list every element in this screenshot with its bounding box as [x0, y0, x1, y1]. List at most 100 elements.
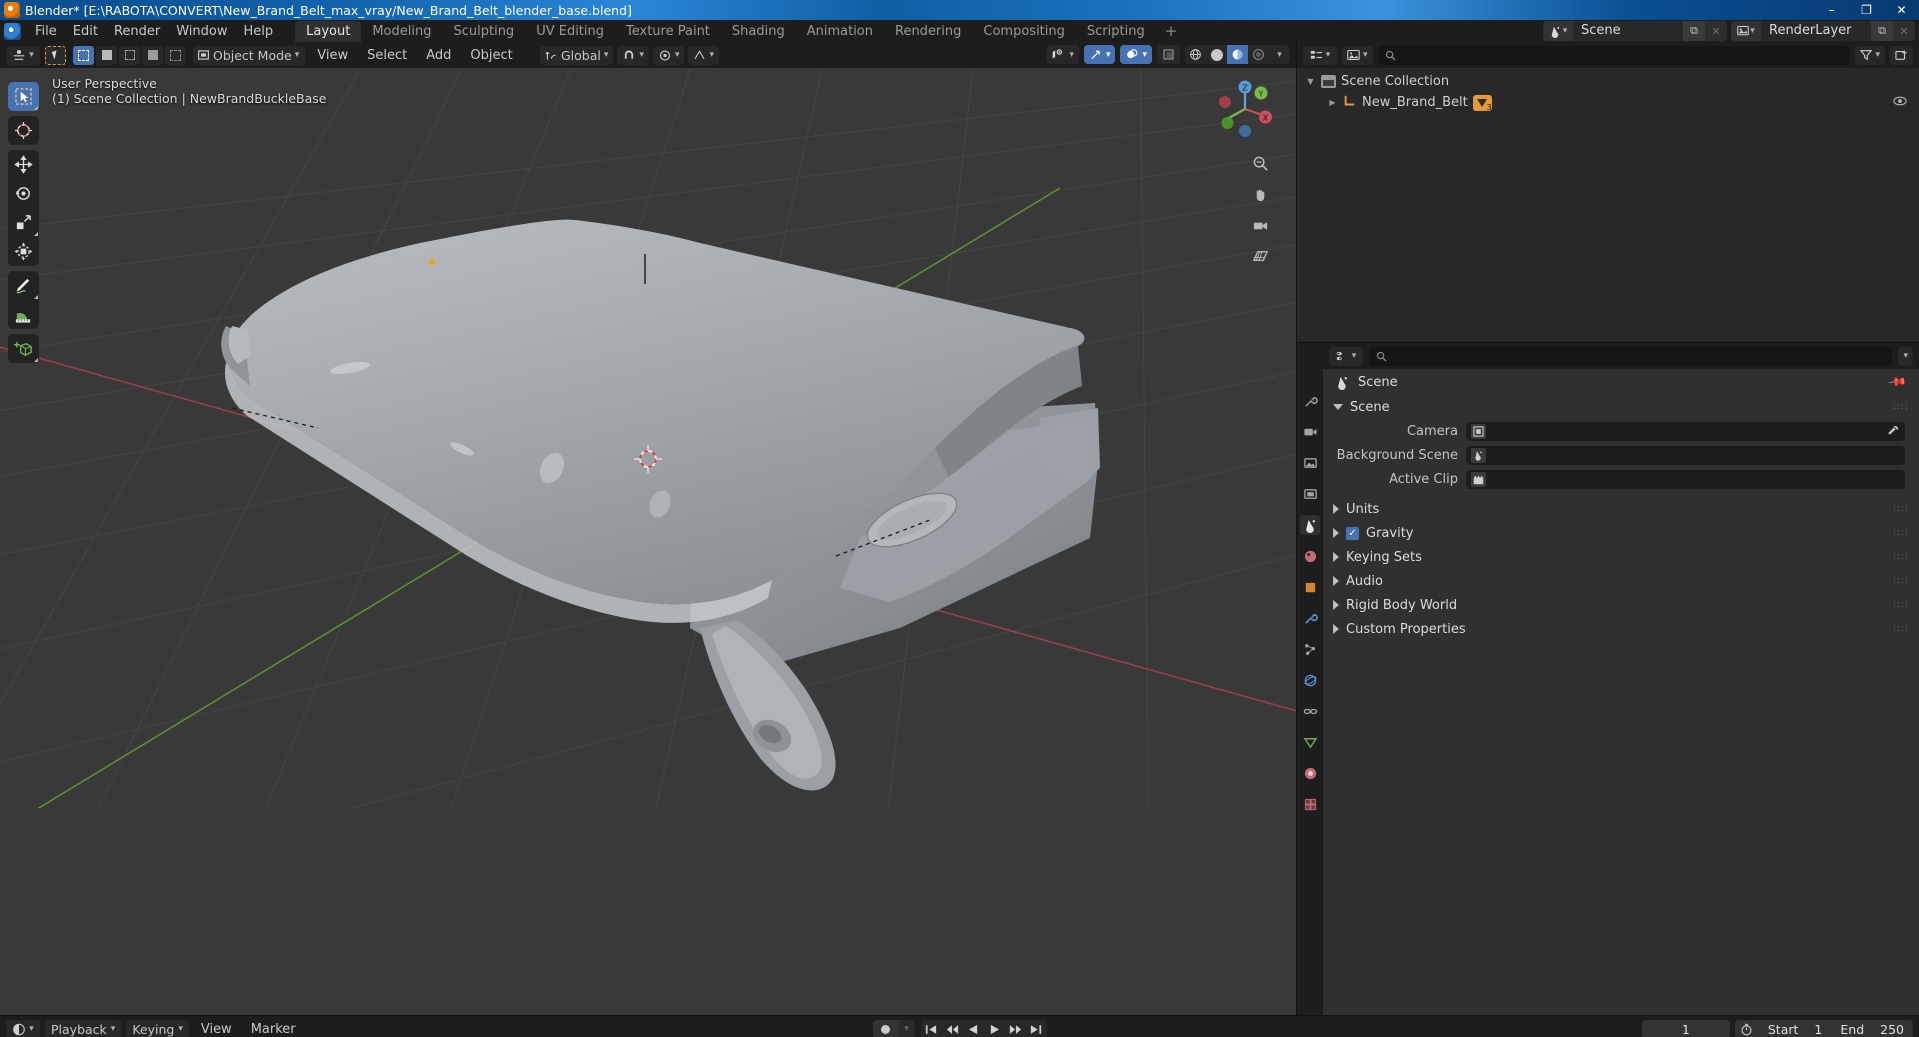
- add-workspace-button[interactable]: +: [1156, 20, 1187, 42]
- properties-tab-object[interactable]: [1300, 577, 1320, 597]
- shading-options-chevron-icon[interactable]: ▾: [1269, 45, 1290, 64]
- toggle-perspective-icon[interactable]: [1249, 245, 1271, 267]
- properties-tab-data[interactable]: [1300, 732, 1320, 752]
- viewlayer-unlink-button[interactable]: ✕: [1893, 21, 1915, 41]
- viewlayer-new-copy-button[interactable]: ⧉: [1871, 21, 1893, 41]
- current-frame-field[interactable]: 1: [1641, 1019, 1730, 1037]
- scene-new-copy-button[interactable]: ⧉: [1683, 21, 1705, 41]
- jump-to-start-button[interactable]: [921, 1020, 942, 1037]
- viewport-menu-object[interactable]: Object: [463, 46, 519, 65]
- transform-tool[interactable]: [8, 237, 39, 266]
- outliner-filter-button[interactable]: ▾: [1855, 45, 1885, 65]
- outliner-display-mode-button[interactable]: ▾: [1342, 45, 1373, 65]
- transform-orientation-selector[interactable]: Global ▾: [540, 45, 614, 65]
- pan-hand-icon[interactable]: [1249, 183, 1271, 205]
- proportional-editing-button[interactable]: ▾: [652, 45, 685, 65]
- playback-dropdown[interactable]: Playback ▾: [45, 1019, 122, 1037]
- gravity-checkbox[interactable]: ✓: [1346, 526, 1359, 540]
- properties-tab-particles[interactable]: [1300, 639, 1320, 659]
- jump-to-prev-keyframe-button[interactable]: [942, 1020, 963, 1037]
- scene-selector[interactable]: ▾ Scene ⧉ ✕: [1543, 21, 1727, 41]
- start-frame-cell[interactable]: Start 1: [1759, 1022, 1832, 1037]
- outliner-row-new-brand-belt[interactable]: ▶ New_Brand_Belt 3: [1297, 92, 1919, 113]
- jump-to-end-button[interactable]: [1026, 1020, 1047, 1037]
- select-extend-button[interactable]: [96, 45, 117, 65]
- move-tool[interactable]: [8, 150, 39, 179]
- expand-collapse-icon[interactable]: ▶: [1327, 98, 1338, 107]
- mirror-options-button[interactable]: ▾: [688, 45, 719, 65]
- stopwatch-icon[interactable]: [1735, 1023, 1759, 1036]
- properties-tab-constraints[interactable]: [1300, 701, 1320, 721]
- measure-tool[interactable]: [8, 300, 39, 329]
- select-subtract-button[interactable]: [119, 45, 140, 65]
- background-scene-field-input[interactable]: [1466, 445, 1905, 465]
- gizmo-toggle-button[interactable]: ▾: [1083, 45, 1116, 64]
- select-invert-button[interactable]: [142, 45, 163, 65]
- camera-field-input[interactable]: [1466, 421, 1905, 441]
- tab-layout[interactable]: Layout: [295, 20, 362, 42]
- tweak-tool-button[interactable]: [45, 45, 66, 65]
- properties-tab-modifiers[interactable]: [1300, 608, 1320, 628]
- visibility-selectability-button[interactable]: ▾: [1046, 45, 1079, 64]
- menu-edit[interactable]: Edit: [65, 21, 106, 42]
- annotate-tool[interactable]: [8, 271, 39, 300]
- mesh-data-badge[interactable]: 3: [1472, 94, 1492, 112]
- viewport-menu-view[interactable]: View: [310, 46, 355, 65]
- rotate-tool[interactable]: [8, 179, 39, 208]
- timeline-menu-marker[interactable]: Marker: [244, 1020, 303, 1037]
- expand-collapse-icon[interactable]: ▼: [1305, 77, 1316, 86]
- snap-magnet-button[interactable]: ▾: [617, 45, 649, 65]
- properties-tab-viewlayer[interactable]: [1300, 484, 1320, 504]
- zoom-icon[interactable]: [1249, 152, 1271, 174]
- menu-file[interactable]: File: [27, 21, 65, 42]
- outliner-editor-type-button[interactable]: ▾: [1303, 45, 1337, 65]
- auto-keying-options-icon[interactable]: ▾: [898, 1019, 915, 1037]
- camera-view-icon[interactable]: [1249, 214, 1271, 236]
- properties-tab-tool[interactable]: [1300, 391, 1320, 411]
- cursor-tool[interactable]: [8, 116, 39, 145]
- viewport-menu-select[interactable]: Select: [360, 46, 414, 65]
- eyedropper-icon[interactable]: [1887, 424, 1899, 439]
- scene-unlink-button[interactable]: ✕: [1705, 21, 1727, 41]
- properties-tab-physics[interactable]: [1300, 670, 1320, 690]
- outliner-row-scene-collection[interactable]: ▼ Scene Collection: [1297, 71, 1919, 92]
- properties-tab-output[interactable]: [1300, 453, 1320, 473]
- keying-dropdown[interactable]: Keying ▾: [126, 1019, 189, 1037]
- scale-tool[interactable]: [8, 208, 39, 237]
- editor-type-button[interactable]: ▾: [6, 45, 40, 65]
- panel-header-scene[interactable]: Scene ::::: [1323, 395, 1919, 419]
- end-frame-cell[interactable]: End 250: [1831, 1022, 1913, 1037]
- properties-tab-material[interactable]: [1300, 763, 1320, 783]
- viewport-menu-add[interactable]: Add: [419, 46, 458, 65]
- add-cube-tool[interactable]: [8, 334, 39, 363]
- maximize-button[interactable]: ❐: [1849, 0, 1884, 20]
- tab-modeling[interactable]: Modeling: [361, 21, 442, 42]
- auto-keying-button[interactable]: [872, 1019, 899, 1037]
- play-reverse-button[interactable]: [963, 1020, 984, 1037]
- tab-scripting[interactable]: Scripting: [1076, 21, 1156, 42]
- overlays-toggle-button[interactable]: ▾: [1120, 45, 1152, 64]
- tab-texture-paint[interactable]: Texture Paint: [615, 21, 721, 42]
- timeline-menu-view[interactable]: View: [194, 1020, 239, 1037]
- panel-header-audio[interactable]: Audio ::::: [1323, 569, 1919, 593]
- tab-compositing[interactable]: Compositing: [972, 21, 1076, 42]
- panel-header-rigid-body-world[interactable]: Rigid Body World ::::: [1323, 593, 1919, 617]
- blender-menu-icon[interactable]: [4, 22, 21, 40]
- tab-sculpting[interactable]: Sculpting: [442, 21, 525, 42]
- select-set-button[interactable]: [73, 45, 94, 65]
- properties-options-button[interactable]: ▾: [1898, 346, 1913, 366]
- jump-to-next-keyframe-button[interactable]: [1005, 1020, 1026, 1037]
- tab-animation[interactable]: Animation: [796, 21, 884, 42]
- properties-tab-render[interactable]: [1300, 422, 1320, 442]
- tweak-tool[interactable]: [8, 82, 39, 111]
- 3d-viewport[interactable]: User Perspective (1) Scene Collection | …: [0, 68, 1296, 1015]
- menu-help[interactable]: Help: [236, 21, 282, 42]
- menu-render[interactable]: Render: [106, 21, 168, 42]
- pin-icon[interactable]: 📌: [1887, 372, 1907, 392]
- properties-tab-texture[interactable]: [1300, 794, 1320, 814]
- new-collection-button[interactable]: [1890, 45, 1913, 65]
- shading-rendered-button[interactable]: [1248, 45, 1269, 64]
- xray-toggle-button[interactable]: [1157, 45, 1180, 64]
- tab-rendering[interactable]: Rendering: [884, 21, 972, 42]
- outliner-search-input[interactable]: [1377, 45, 1851, 65]
